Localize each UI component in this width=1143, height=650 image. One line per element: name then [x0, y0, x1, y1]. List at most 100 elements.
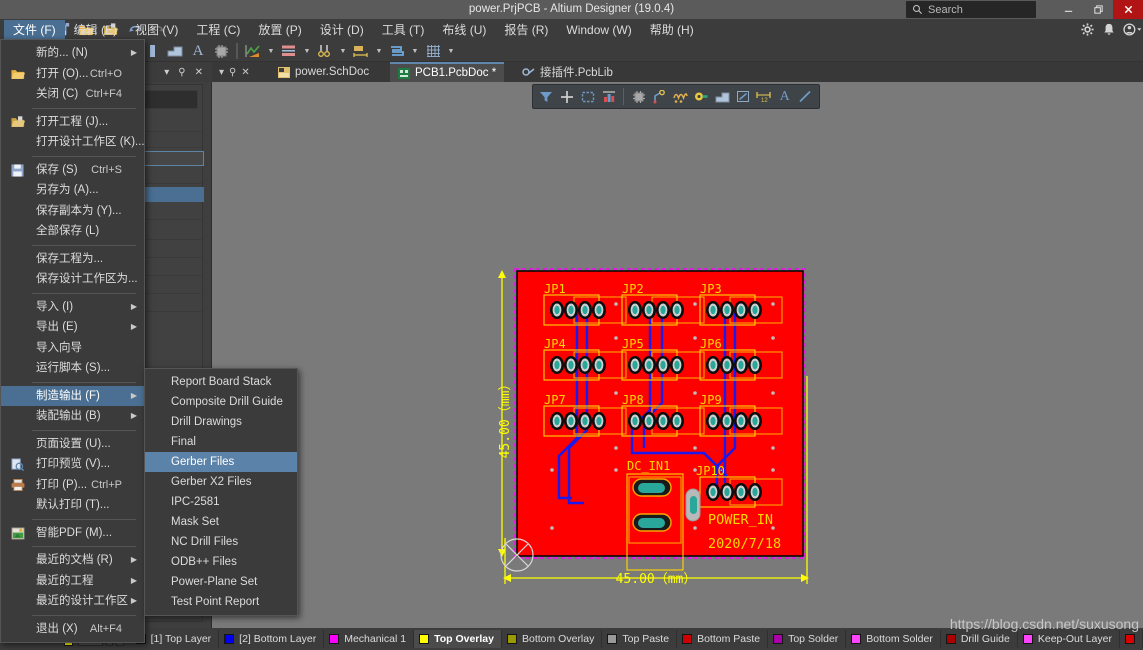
panel-pin-icon[interactable]: ⚲ [178, 67, 185, 78]
menu-item-print[interactable]: 打印 (P)... Ctrl+P [1, 475, 144, 496]
menu-item-page-setup[interactable]: 页面设置 (U)... [1, 434, 144, 455]
submenu-item-report-board-stack[interactable]: Report Board Stack [145, 372, 297, 392]
swap-layers-caret-icon[interactable]: ▼ [410, 43, 420, 59]
grid-settings-caret-icon[interactable]: ▼ [446, 43, 456, 59]
menu-item-assembly-outputs[interactable]: 装配输出 (B) ▶ [1, 406, 144, 427]
menu-item-save-project-as[interactable]: 保存工程为... [1, 249, 144, 270]
submenu-item-nc-drill-files[interactable]: NC Drill Files [145, 532, 297, 552]
menu-item-default-prints[interactable]: 默认打印 (T)... [1, 495, 144, 516]
menu-edit[interactable]: 编辑 (E) [65, 20, 126, 40]
tabbar-close-icon[interactable]: ✕ [241, 67, 249, 78]
menu-item-save-workspace-as[interactable]: 保存设计工作区为... [1, 269, 144, 290]
file-menu-dropdown[interactable]: 新的... (N) ▶ 打开 (O)... Ctrl+O 关闭 (C) Ctrl… [0, 39, 145, 643]
menu-item-open-workspace[interactable]: 打开设计工作区 (K)... [1, 132, 145, 153]
menu-item-save-as[interactable]: 另存为 (A)... [1, 180, 144, 201]
submenu-item-odb-files[interactable]: ODB++ Files [145, 552, 297, 572]
submenu-item-composite-drill-guide[interactable]: Composite Drill Guide [145, 392, 297, 412]
menu-item-import-wizard[interactable]: 导入向导 [1, 338, 144, 359]
menu-window[interactable]: Window (W) [557, 20, 640, 40]
menu-item-recent-projects[interactable]: 最近的工程 ▶ [1, 571, 144, 592]
menu-item-save-copy-as[interactable]: 保存副本为 (Y)... [1, 201, 144, 222]
route-trace-icon[interactable] [650, 86, 669, 107]
align-tool-icon[interactable] [280, 43, 298, 59]
close-button[interactable] [1113, 0, 1143, 19]
board-3d-icon[interactable] [166, 43, 184, 59]
chart-tool-icon[interactable] [244, 43, 262, 59]
swap-layers-icon[interactable] [388, 43, 406, 59]
menu-help[interactable]: 帮助 (H) [641, 20, 703, 40]
panel-close-icon[interactable]: ✕ [195, 67, 203, 78]
pcb-board-render[interactable]: 45.00（mm） 45.00（mm） JP1 JP2 JP3 JP4 JP5 … [212, 108, 1143, 628]
layer-tab-bottom-overlay[interactable]: Bottom Overlay [502, 630, 603, 648]
menu-view[interactable]: 视图 (V) [126, 20, 187, 40]
menu-item-import[interactable]: 导入 (I) ▶ [1, 297, 144, 318]
layer-tab-bottom-layer[interactable]: [2] Bottom Layer [219, 630, 325, 648]
menu-reports[interactable]: 报告 (R) [495, 20, 557, 40]
via-pad-icon[interactable] [692, 86, 711, 107]
filter-icon[interactable] [537, 86, 556, 107]
layer-tab-more[interactable] [1120, 630, 1143, 648]
layer-tab-bottom-solder[interactable]: Bottom Solder [846, 630, 941, 648]
menu-design[interactable]: 设计 (D) [311, 20, 373, 40]
menu-item-open[interactable]: 打开 (O)... Ctrl+O [1, 64, 144, 85]
menu-item-exit[interactable]: 退出 (X) Alt+F4 [1, 619, 144, 640]
text-string-icon[interactable]: A [190, 43, 206, 59]
layer-tab-mechanical-1[interactable]: Mechanical 1 [324, 630, 415, 648]
find-similar-icon[interactable] [316, 43, 334, 59]
menu-item-new[interactable]: 新的... (N) ▶ [1, 43, 144, 64]
footprint-icon[interactable] [629, 86, 648, 107]
tabbar-pin-icon[interactable]: ⚲ [229, 67, 236, 78]
submenu-item-ipc-2581[interactable]: IPC-2581 [145, 492, 297, 512]
submenu-item-drill-drawings[interactable]: Drill Drawings [145, 412, 297, 432]
submenu-item-gerber-files[interactable]: Gerber Files [145, 452, 297, 472]
layer-tab-top-solder[interactable]: Top Solder [768, 630, 847, 648]
tab-power-schdoc[interactable]: power.SchDoc [270, 62, 377, 82]
dimension-tool-icon[interactable] [352, 43, 370, 59]
layer-tab-drill-guide[interactable]: Drill Guide [941, 630, 1018, 648]
menu-item-run-script[interactable]: 运行脚本 (S)... [1, 358, 144, 379]
board-planning-icon[interactable] [146, 43, 160, 59]
submenu-item-mask-set[interactable]: Mask Set [145, 512, 297, 532]
submenu-item-test-point-report[interactable]: Test Point Report [145, 592, 297, 612]
fabrication-outputs-submenu[interactable]: Report Board Stack Composite Drill Guide… [144, 368, 298, 616]
menu-item-fabrication-outputs[interactable]: 制造输出 (F) ▶ [1, 385, 144, 406]
menu-item-save[interactable]: 保存 (S) Ctrl+S [1, 160, 144, 181]
dimension-icon[interactable]: 12 [754, 86, 773, 107]
menu-item-print-preview[interactable]: 打印预览 (V)... [1, 454, 144, 475]
layer-tab-keep-out-layer[interactable]: Keep-Out Layer [1018, 630, 1120, 648]
submenu-item-gerber-x2-files[interactable]: Gerber X2 Files [145, 472, 297, 492]
select-region-icon[interactable] [579, 86, 598, 107]
tabbar-menu-icon[interactable]: ▾ [219, 67, 224, 78]
maximize-button[interactable] [1083, 0, 1113, 19]
line-draw-icon[interactable] [796, 86, 815, 107]
component-icon[interactable] [212, 43, 230, 59]
layer-tab-top-overlay[interactable]: Top Overlay [414, 630, 502, 648]
menu-file[interactable]: 文件 (F) [4, 20, 65, 40]
chart-tool-caret-icon[interactable]: ▼ [266, 43, 276, 59]
layer-tab-top-paste[interactable]: Top Paste [602, 630, 678, 648]
menu-item-export[interactable]: 导出 (E) ▶ [1, 317, 144, 338]
menu-project[interactable]: 工程 (C) [187, 20, 249, 40]
dimension-tool-caret-icon[interactable]: ▼ [374, 43, 384, 59]
component-place-icon[interactable] [600, 86, 619, 107]
text-string-icon[interactable]: A [775, 86, 794, 107]
menu-route[interactable]: 布线 (U) [433, 20, 495, 40]
panel-menu-icon[interactable]: ▾ [164, 67, 169, 78]
menu-item-open-project[interactable]: 打开工程 (J)... [1, 112, 144, 133]
grid-settings-icon[interactable] [424, 43, 442, 59]
interactive-length-tune-icon[interactable] [671, 86, 690, 107]
submenu-item-power-plane-set[interactable]: Power-Plane Set [145, 572, 297, 592]
crosshair-place-icon[interactable] [558, 86, 577, 107]
layer-tab-bottom-paste[interactable]: Bottom Paste [677, 630, 769, 648]
menu-item-recent-documents[interactable]: 最近的文档 (R) ▶ [1, 550, 144, 571]
submenu-item-final[interactable]: Final [145, 432, 297, 452]
polygon-pour-icon[interactable] [713, 86, 732, 107]
tab-pcb1-pcbdoc[interactable]: PCB1.PcbDoc * [390, 62, 505, 82]
menu-place[interactable]: 放置 (P) [249, 20, 310, 40]
line-arc-icon[interactable] [734, 86, 753, 107]
menu-item-close[interactable]: 关闭 (C) Ctrl+F4 [1, 84, 144, 105]
menu-item-save-all[interactable]: 全部保存 (L) [1, 221, 144, 242]
menu-tools[interactable]: 工具 (T) [373, 20, 434, 40]
tab-jiechajian-pcblib[interactable]: 接插件.PcbLib [514, 62, 621, 82]
search-input[interactable]: Search [906, 1, 1036, 18]
